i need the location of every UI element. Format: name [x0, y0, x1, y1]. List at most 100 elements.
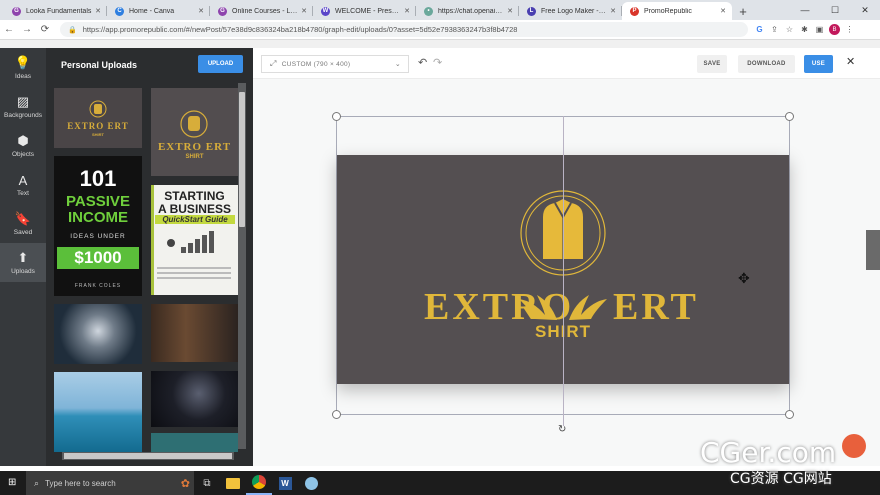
- share-icon[interactable]: ⇪: [767, 25, 782, 34]
- close-editor-icon[interactable]: ✕: [846, 55, 855, 68]
- maximize-icon[interactable]: ☐: [820, 0, 850, 20]
- sidebar-item-backgrounds[interactable]: ▨ Backgrounds: [0, 87, 46, 126]
- browser-tab[interactable]: C Home - Canva ✕: [107, 2, 210, 20]
- undo-icon[interactable]: ↶: [418, 56, 427, 69]
- sidebar-item-saved[interactable]: 🔖 Saved: [0, 204, 46, 243]
- panel-hscrollbar[interactable]: [62, 452, 234, 460]
- tab-close-icon[interactable]: ✕: [95, 7, 101, 15]
- resize-handle[interactable]: [332, 112, 341, 121]
- chart-graphic-icon: [157, 231, 231, 279]
- forward-icon[interactable]: →: [18, 24, 36, 35]
- redo-icon[interactable]: ↷: [433, 56, 442, 69]
- browser-tab[interactable]: W WELCOME - Presentation✕: [313, 2, 416, 20]
- tab-favicon-icon: G: [218, 6, 227, 16]
- sidebar-item-text[interactable]: A Text: [0, 165, 46, 204]
- tab-favicon-icon: •: [424, 6, 433, 16]
- canvas-size-label: CUSTOM (790 × 400): [281, 60, 351, 68]
- book-price: $1000: [57, 247, 139, 269]
- sidebar-item-label: Backgrounds: [4, 112, 42, 119]
- url-field[interactable]: 🔒 https://app.promorepublic.com/#/newPos…: [60, 22, 748, 37]
- minimize-icon[interactable]: —: [790, 0, 820, 20]
- tool-sidebar: 💡 Ideas ▨ Backgrounds ⬢ Objects A Text 🔖 Saved ⬆ Up…: [0, 48, 46, 466]
- upload-thumb-ocean[interactable]: [54, 372, 142, 452]
- upload-thumb-hooded-figure[interactable]: [151, 371, 238, 427]
- upload-button[interactable]: UPLOAD: [198, 55, 243, 73]
- tab-close-icon[interactable]: ✕: [720, 7, 726, 15]
- file-explorer-icon[interactable]: [220, 471, 246, 495]
- panel-title: Personal Uploads: [61, 60, 138, 70]
- sidebar-item-label: Saved: [13, 229, 33, 236]
- taskbar-search[interactable]: ⌕ Type here to search ✿: [26, 471, 194, 495]
- sidebar-item-label: Uploads: [11, 268, 35, 275]
- upload-thumb-office-men[interactable]: [151, 304, 238, 362]
- close-window-icon[interactable]: ✕: [850, 0, 880, 20]
- windows-start-icon[interactable]: ⊞: [8, 477, 16, 488]
- resize-icon: ⤢: [270, 59, 277, 68]
- google-icon[interactable]: G: [752, 25, 767, 34]
- thumb-sub: SHIRT: [92, 132, 104, 137]
- rotate-icon[interactable]: ↻: [558, 424, 566, 435]
- download-button[interactable]: DOWNLOAD: [738, 55, 795, 73]
- upload-icon: ⬆: [17, 250, 29, 265]
- resize-handle[interactable]: [785, 410, 794, 419]
- browser-tab[interactable]: P PromoRepublic ✕: [622, 2, 732, 20]
- tab-title: https://chat.openai.com: [438, 7, 505, 15]
- word-icon[interactable]: W: [272, 471, 298, 495]
- browser-tab-bar: G Looka Fundamentals ✕ C Home - Canva ✕ G Onlin…: [0, 0, 880, 20]
- back-icon[interactable]: ←: [0, 24, 18, 35]
- browser-tab[interactable]: G Online Courses - Learn ✕: [210, 2, 313, 20]
- sidebar-item-objects[interactable]: ⬢ Objects: [0, 126, 46, 165]
- edge-artifact: [866, 230, 880, 270]
- search-placeholder: Type here to search: [45, 478, 116, 488]
- book-line: IDEAS UNDER: [70, 233, 126, 240]
- upload-thumb-book-starting-business[interactable]: STARTING A BUSINESS QuickStart Guide: [151, 185, 238, 295]
- browser-tab[interactable]: L Free Logo Maker - Get ✕: [519, 2, 622, 20]
- tab-favicon-icon: L: [527, 6, 536, 16]
- upload-thumb-book-passive-income[interactable]: 101 PASSIVE INCOME IDEAS UNDER $1000 FRA…: [54, 156, 142, 296]
- resize-handle[interactable]: [332, 410, 341, 419]
- app-icon[interactable]: [298, 471, 324, 495]
- chrome-icon[interactable]: [246, 471, 272, 495]
- tab-favicon-icon: W: [321, 6, 330, 16]
- profile-avatar[interactable]: B: [829, 24, 840, 35]
- tab-title: Home - Canva: [129, 7, 175, 15]
- tab-title: WELCOME - Presentation: [335, 7, 401, 15]
- thumb-brand: EXTRO ERT: [157, 141, 232, 153]
- extensions-icon[interactable]: ✱: [797, 25, 812, 34]
- tab-favicon-icon: C: [115, 6, 124, 16]
- tab-close-icon[interactable]: ✕: [301, 7, 307, 15]
- sidebar-item-uploads[interactable]: ⬆ Uploads: [0, 243, 46, 282]
- sidebar-item-label: Text: [17, 189, 29, 197]
- sidepanel-icon[interactable]: ▣: [812, 25, 827, 34]
- save-button[interactable]: SAVE: [697, 55, 727, 73]
- upload-thumb-teal[interactable]: [151, 433, 238, 452]
- move-cursor-icon: ✥: [738, 270, 750, 286]
- canvas-size-select[interactable]: ⤢ CUSTOM (790 × 400) ⌄: [261, 55, 409, 73]
- tab-title: Free Logo Maker - Get: [541, 7, 608, 15]
- tab-close-icon[interactable]: ✕: [610, 7, 616, 15]
- tab-favicon-icon: G: [12, 6, 21, 16]
- resize-handle[interactable]: [785, 112, 794, 121]
- upload-thumb-logo-large[interactable]: EXTRO ERT SHIRT: [151, 88, 238, 176]
- use-button[interactable]: USE: [804, 55, 833, 73]
- thumb-brand: EXTRO ERT: [67, 121, 129, 131]
- reload-icon[interactable]: ⟳: [36, 24, 54, 35]
- chat-bubble-icon[interactable]: [842, 434, 866, 458]
- upload-thumb-robot-woman[interactable]: [54, 304, 142, 364]
- upload-thumb-logo-small[interactable]: EXTRO ERT SHIRT: [54, 88, 142, 148]
- watermark-main: CGer.com: [700, 436, 837, 469]
- tab-title: Looka Fundamentals: [26, 7, 92, 15]
- tab-close-icon[interactable]: ✕: [404, 7, 410, 15]
- task-view-icon[interactable]: ⧉: [194, 471, 220, 495]
- tab-close-icon[interactable]: ✕: [198, 7, 204, 15]
- star-icon[interactable]: ☆: [782, 25, 797, 34]
- panel-scrollbar-thumb[interactable]: [239, 92, 245, 227]
- new-tab-button[interactable]: +: [732, 2, 754, 20]
- url-text: https://app.promorepublic.com/#/newPost/…: [82, 25, 518, 34]
- sidebar-item-ideas[interactable]: 💡 Ideas: [0, 48, 46, 87]
- tab-favicon-icon: P: [630, 6, 639, 16]
- browser-tab[interactable]: G Looka Fundamentals ✕: [4, 2, 107, 20]
- tab-close-icon[interactable]: ✕: [507, 7, 513, 15]
- browser-tab[interactable]: • https://chat.openai.com ✕: [416, 2, 519, 20]
- menu-icon[interactable]: ⋮: [842, 25, 857, 34]
